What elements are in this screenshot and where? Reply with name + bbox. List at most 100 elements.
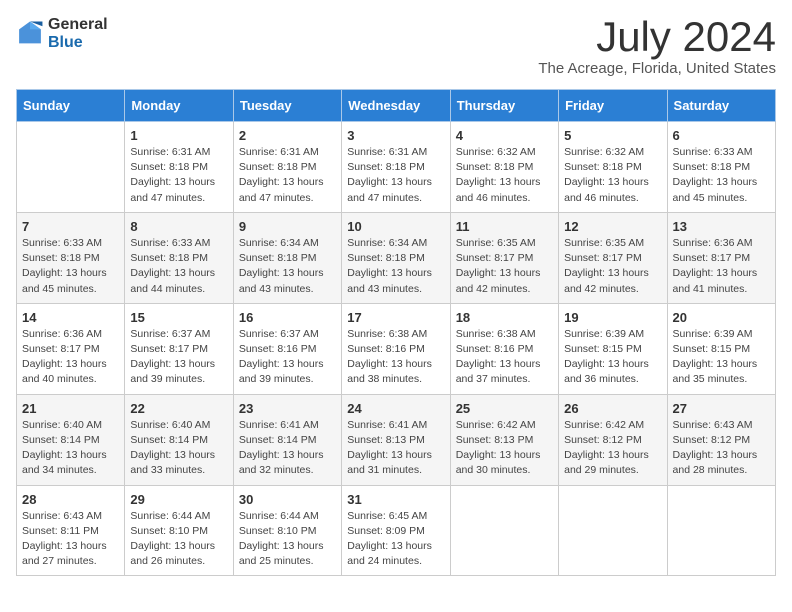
calendar-week-row: 1 Sunrise: 6:31 AMSunset: 8:18 PMDaylight… [17, 122, 776, 213]
day-info: Sunrise: 6:41 AMSunset: 8:13 PMDaylight:… [347, 418, 444, 479]
day-info: Sunrise: 6:43 AMSunset: 8:12 PMDaylight:… [673, 418, 770, 479]
calendar-cell: 27 Sunrise: 6:43 AMSunset: 8:12 PMDayligh… [667, 394, 775, 485]
logo-blue-text: Blue [48, 34, 108, 52]
day-number: 17 [347, 310, 444, 325]
calendar-cell [667, 485, 775, 576]
calendar-week-row: 28 Sunrise: 6:43 AMSunset: 8:11 PMDayligh… [17, 485, 776, 576]
day-number: 30 [239, 492, 336, 507]
day-info: Sunrise: 6:40 AMSunset: 8:14 PMDaylight:… [130, 418, 227, 479]
calendar-table: SundayMondayTuesdayWednesdayThursdayFrid… [16, 89, 776, 576]
calendar-week-row: 14 Sunrise: 6:36 AMSunset: 8:17 PMDayligh… [17, 303, 776, 394]
calendar-cell: 25Sunrise: 6:42 AMSunset: 8:13 PMDayligh… [450, 394, 558, 485]
weekday-header-saturday: Saturday [667, 90, 775, 122]
day-number: 22 [130, 401, 227, 416]
day-info: Sunrise: 6:31 AMSunset: 8:18 PMDaylight:… [130, 145, 227, 206]
calendar-week-row: 21 Sunrise: 6:40 AMSunset: 8:14 PMDayligh… [17, 394, 776, 485]
day-number: 27 [673, 401, 770, 416]
day-info: Sunrise: 6:39 AMSunset: 8:15 PMDaylight:… [673, 327, 770, 388]
day-info: Sunrise: 6:43 AMSunset: 8:11 PMDaylight:… [22, 509, 119, 570]
weekday-header-tuesday: Tuesday [233, 90, 341, 122]
day-number: 28 [22, 492, 119, 507]
calendar-cell: 16 Sunrise: 6:37 AMSunset: 8:16 PMDayligh… [233, 303, 341, 394]
page-header: General Blue July 2024 The Acreage, Flor… [16, 16, 776, 77]
calendar-cell [17, 122, 125, 213]
calendar-cell: 6 Sunrise: 6:33 AMSunset: 8:18 PMDaylight… [667, 122, 775, 213]
day-number: 19 [564, 310, 661, 325]
location-title: The Acreage, Florida, United States [538, 60, 776, 77]
calendar-cell: 1 Sunrise: 6:31 AMSunset: 8:18 PMDaylight… [125, 122, 233, 213]
calendar-cell: 26 Sunrise: 6:42 AMSunset: 8:12 PMDayligh… [559, 394, 667, 485]
calendar-cell: 15 Sunrise: 6:37 AMSunset: 8:17 PMDayligh… [125, 303, 233, 394]
calendar-cell: 8Sunrise: 6:33 AMSunset: 8:18 PMDaylight… [125, 212, 233, 303]
day-info: Sunrise: 6:35 AMSunset: 8:17 PMDaylight:… [456, 236, 553, 297]
day-number: 7 [22, 219, 119, 234]
calendar-cell: 18 Sunrise: 6:38 AMSunset: 8:16 PMDayligh… [450, 303, 558, 394]
day-info: Sunrise: 6:44 AMSunset: 8:10 PMDaylight:… [239, 509, 336, 570]
day-number: 20 [673, 310, 770, 325]
day-info: Sunrise: 6:39 AMSunset: 8:15 PMDaylight:… [564, 327, 661, 388]
day-number: 1 [130, 128, 227, 143]
calendar-cell: 12Sunrise: 6:35 AMSunset: 8:17 PMDayligh… [559, 212, 667, 303]
logo-text: General Blue [48, 16, 108, 51]
calendar-week-row: 7 Sunrise: 6:33 AMSunset: 8:18 PMDaylight… [17, 212, 776, 303]
day-info: Sunrise: 6:33 AMSunset: 8:18 PMDaylight:… [673, 145, 770, 206]
calendar-cell: 10Sunrise: 6:34 AMSunset: 8:18 PMDayligh… [342, 212, 450, 303]
weekday-header-thursday: Thursday [450, 90, 558, 122]
calendar-cell: 2 Sunrise: 6:31 AMSunset: 8:18 PMDaylight… [233, 122, 341, 213]
day-info: Sunrise: 6:33 AMSunset: 8:18 PMDaylight:… [22, 236, 119, 297]
calendar-cell: 7 Sunrise: 6:33 AMSunset: 8:18 PMDaylight… [17, 212, 125, 303]
calendar-cell: 11 Sunrise: 6:35 AMSunset: 8:17 PMDayligh… [450, 212, 558, 303]
month-title: July 2024 [538, 16, 776, 58]
day-info: Sunrise: 6:38 AMSunset: 8:16 PMDaylight:… [456, 327, 553, 388]
day-number: 26 [564, 401, 661, 416]
title-block: July 2024 The Acreage, Florida, United S… [538, 16, 776, 77]
day-info: Sunrise: 6:31 AMSunset: 8:18 PMDaylight:… [239, 145, 336, 206]
calendar-cell: 20 Sunrise: 6:39 AMSunset: 8:15 PMDayligh… [667, 303, 775, 394]
calendar-cell: 30 Sunrise: 6:44 AMSunset: 8:10 PMDayligh… [233, 485, 341, 576]
calendar-cell: 23 Sunrise: 6:41 AMSunset: 8:14 PMDayligh… [233, 394, 341, 485]
calendar-cell: 13Sunrise: 6:36 AMSunset: 8:17 PMDayligh… [667, 212, 775, 303]
day-info: Sunrise: 6:32 AMSunset: 8:18 PMDaylight:… [456, 145, 553, 206]
calendar-cell: 17 Sunrise: 6:38 AMSunset: 8:16 PMDayligh… [342, 303, 450, 394]
day-number: 2 [239, 128, 336, 143]
day-info: Sunrise: 6:33 AMSunset: 8:18 PMDaylight:… [130, 236, 227, 297]
day-info: Sunrise: 6:40 AMSunset: 8:14 PMDaylight:… [22, 418, 119, 479]
day-info: Sunrise: 6:37 AMSunset: 8:16 PMDaylight:… [239, 327, 336, 388]
day-info: Sunrise: 6:45 AMSunset: 8:09 PMDaylight:… [347, 509, 444, 570]
day-number: 11 [456, 219, 553, 234]
day-info: Sunrise: 6:38 AMSunset: 8:16 PMDaylight:… [347, 327, 444, 388]
day-number: 3 [347, 128, 444, 143]
weekday-header-sunday: Sunday [17, 90, 125, 122]
calendar-cell: 3 Sunrise: 6:31 AMSunset: 8:18 PMDaylight… [342, 122, 450, 213]
weekday-header-row: SundayMondayTuesdayWednesdayThursdayFrid… [17, 90, 776, 122]
day-number: 16 [239, 310, 336, 325]
day-info: Sunrise: 6:42 AMSunset: 8:13 PMDaylight:… [456, 418, 553, 479]
day-info: Sunrise: 6:34 AMSunset: 8:18 PMDaylight:… [347, 236, 444, 297]
day-number: 14 [22, 310, 119, 325]
day-info: Sunrise: 6:32 AMSunset: 8:18 PMDaylight:… [564, 145, 661, 206]
weekday-header-friday: Friday [559, 90, 667, 122]
calendar-cell: 9 Sunrise: 6:34 AMSunset: 8:18 PMDaylight… [233, 212, 341, 303]
day-info: Sunrise: 6:36 AMSunset: 8:17 PMDaylight:… [673, 236, 770, 297]
logo-general-text: General [48, 16, 108, 34]
day-number: 9 [239, 219, 336, 234]
day-number: 21 [22, 401, 119, 416]
day-info: Sunrise: 6:41 AMSunset: 8:14 PMDaylight:… [239, 418, 336, 479]
day-number: 6 [673, 128, 770, 143]
day-number: 18 [456, 310, 553, 325]
day-info: Sunrise: 6:31 AMSunset: 8:18 PMDaylight:… [347, 145, 444, 206]
day-info: Sunrise: 6:36 AMSunset: 8:17 PMDaylight:… [22, 327, 119, 388]
calendar-cell: 21 Sunrise: 6:40 AMSunset: 8:14 PMDayligh… [17, 394, 125, 485]
calendar-cell: 29Sunrise: 6:44 AMSunset: 8:10 PMDayligh… [125, 485, 233, 576]
day-info: Sunrise: 6:34 AMSunset: 8:18 PMDaylight:… [239, 236, 336, 297]
day-number: 12 [564, 219, 661, 234]
logo-icon [16, 20, 44, 48]
day-info: Sunrise: 6:42 AMSunset: 8:12 PMDaylight:… [564, 418, 661, 479]
day-number: 15 [130, 310, 227, 325]
day-info: Sunrise: 6:37 AMSunset: 8:17 PMDaylight:… [130, 327, 227, 388]
calendar-cell: 5Sunrise: 6:32 AMSunset: 8:18 PMDaylight… [559, 122, 667, 213]
day-info: Sunrise: 6:44 AMSunset: 8:10 PMDaylight:… [130, 509, 227, 570]
logo: General Blue [16, 16, 108, 51]
day-number: 23 [239, 401, 336, 416]
day-number: 4 [456, 128, 553, 143]
